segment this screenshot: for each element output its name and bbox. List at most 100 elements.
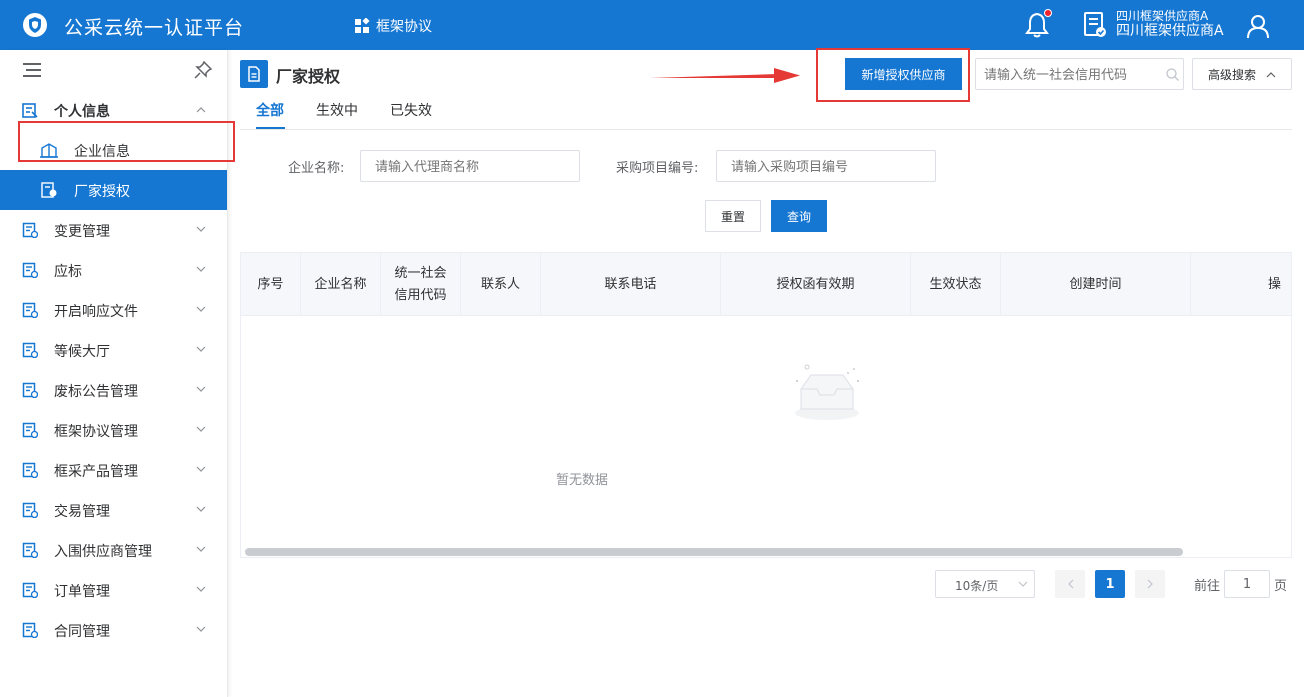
- sidebar-group-file-open[interactable]: 开启响应文件: [0, 290, 227, 330]
- column-header-status: 生效状态: [911, 253, 1001, 316]
- company-name-field[interactable]: [360, 150, 580, 182]
- sidebar-group-label: 个人信息: [54, 104, 110, 120]
- tab-all[interactable]: 全部: [256, 100, 284, 120]
- certificate-icon[interactable]: [1083, 11, 1107, 39]
- advanced-search-button[interactable]: 高级搜索: [1192, 58, 1292, 90]
- empty-box-icon: [795, 364, 859, 420]
- column-header-phone: 联系电话: [541, 253, 721, 316]
- user-name-block[interactable]: 四川框架供应商A 四川框架供应商A: [1116, 9, 1224, 39]
- notification-dot: [1044, 9, 1052, 17]
- search-icon[interactable]: [1166, 68, 1179, 81]
- chevron-down-icon: [196, 346, 206, 352]
- menu-collapse-icon[interactable]: [23, 63, 41, 77]
- chevron-up-icon: [1266, 71, 1276, 77]
- apps-grid-icon: [355, 18, 370, 33]
- project-number-label: 采购项目编号:: [616, 161, 699, 176]
- sidebar-group-bid[interactable]: 应标: [0, 250, 227, 290]
- chevron-down-icon: [196, 306, 206, 312]
- sidebar-group-label: 等候大厅: [54, 344, 110, 360]
- company-name-label: 企业名称:: [288, 161, 345, 176]
- table-header: 序号 企业名称 统一社会 信用代码 联系人 联系电话 授权函有效期 生效状态 创…: [241, 253, 1291, 316]
- sidebar-group-agreement[interactable]: 框架协议管理: [0, 410, 227, 450]
- chevron-left-icon: [1067, 579, 1073, 589]
- highlight-box-sidebar: [18, 121, 235, 162]
- sidebar-group-product[interactable]: 框采产品管理: [0, 450, 227, 490]
- user-avatar-icon[interactable]: [1245, 13, 1271, 39]
- order-icon: [22, 582, 38, 598]
- reset-button[interactable]: 重置: [705, 200, 761, 232]
- query-button[interactable]: 查询: [771, 200, 827, 232]
- column-header-company: 企业名称: [301, 253, 381, 316]
- chevron-right-icon: [1147, 579, 1153, 589]
- advanced-search-label: 高级搜索: [1207, 67, 1256, 82]
- platform-logo-icon: [23, 13, 47, 37]
- goto-page-input[interactable]: 1: [1224, 570, 1270, 598]
- sidebar-group-trade[interactable]: 交易管理: [0, 490, 227, 530]
- column-header-credit-code-line2: 信用代码: [394, 287, 447, 303]
- sidebar-group-label: 变更管理: [54, 224, 110, 240]
- sidebar-group-label: 交易管理: [54, 504, 110, 520]
- chevron-down-icon: [196, 266, 206, 272]
- horizontal-scrollbar[interactable]: [245, 548, 1183, 556]
- project-number-field[interactable]: [716, 150, 936, 182]
- tab-active-indicator: [256, 127, 285, 129]
- credit-code-search-input[interactable]: [984, 65, 1159, 85]
- chevron-down-icon: [196, 506, 206, 512]
- sidebar-group-change[interactable]: 变更管理: [0, 210, 227, 250]
- person-card-icon: [22, 103, 38, 118]
- sidebar-group-label: 开启响应文件: [54, 304, 138, 320]
- sidebar-group-label: 入围供应商管理: [54, 544, 152, 560]
- chevron-down-icon: [196, 626, 206, 632]
- chevron-down-icon: [196, 586, 206, 592]
- column-header-credit-code: 统一社会 信用代码: [381, 253, 461, 316]
- sidebar-group-label: 合同管理: [54, 624, 110, 640]
- status-tabs: 全部 生效中 已失效: [240, 96, 1292, 130]
- page-size-select[interactable]: 10条/页: [935, 570, 1035, 598]
- sidebar-group-contract[interactable]: 合同管理: [0, 610, 227, 650]
- sidebar-toolbar: [0, 50, 227, 90]
- column-header-index: 序号: [241, 253, 301, 316]
- chevron-down-icon: [196, 386, 206, 392]
- credit-code-search[interactable]: [975, 58, 1184, 90]
- sidebar-group-label: 订单管理: [54, 584, 110, 600]
- sidebar-item-label: 厂家授权: [74, 184, 130, 200]
- column-header-contact: 联系人: [461, 253, 541, 316]
- pin-icon[interactable]: [194, 61, 212, 79]
- prev-page-button[interactable]: [1055, 570, 1085, 598]
- page-number-current[interactable]: 1: [1095, 570, 1125, 598]
- chevron-down-icon: [1018, 581, 1028, 587]
- sidebar-group-label: 废标公告管理: [54, 384, 138, 400]
- column-header-validity: 授权函有效期: [721, 253, 911, 316]
- sidebar-group-hall[interactable]: 等候大厅: [0, 330, 227, 370]
- sidebar-group-order[interactable]: 订单管理: [0, 570, 227, 610]
- chevron-down-icon: [196, 426, 206, 432]
- next-page-button[interactable]: [1135, 570, 1165, 598]
- hall-icon: [22, 342, 38, 358]
- chevron-up-icon: [196, 107, 206, 113]
- sidebar-item-manufacturer-authorization[interactable]: 厂家授权: [0, 170, 227, 210]
- file-open-icon: [22, 302, 38, 318]
- supplier-icon: [22, 542, 38, 558]
- top-nav-label: 框架协议: [376, 19, 432, 35]
- chevron-down-icon: [196, 546, 206, 552]
- agreement-icon: [22, 422, 38, 438]
- project-number-input[interactable]: [731, 157, 921, 177]
- company-name-input[interactable]: [375, 157, 565, 177]
- user-name-line1: 四川框架供应商A: [1116, 9, 1209, 23]
- tab-expired[interactable]: 已失效: [390, 100, 432, 120]
- authorization-table: 序号 企业名称 统一社会 信用代码 联系人 联系电话 授权函有效期 生效状态 创…: [240, 252, 1292, 558]
- product-icon: [22, 462, 38, 478]
- top-nav-framework-agreement[interactable]: 框架协议: [354, 16, 432, 36]
- chevron-down-icon: [196, 226, 206, 232]
- page-suffix-label: 页: [1274, 579, 1288, 594]
- chevron-down-icon: [196, 466, 206, 472]
- tab-active[interactable]: 生效中: [316, 100, 358, 120]
- goto-label: 前往: [1194, 579, 1221, 594]
- sidebar-group-notice[interactable]: 废标公告管理: [0, 370, 227, 410]
- sidebar-group-supplier[interactable]: 入围供应商管理: [0, 530, 227, 570]
- column-header-credit-code-line1: 统一社会: [394, 265, 447, 281]
- add-authorized-supplier-button[interactable]: 新增授权供应商: [845, 58, 962, 90]
- column-header-actions: 操: [1267, 276, 1281, 292]
- bid-icon: [22, 262, 38, 278]
- notice-icon: [22, 382, 38, 398]
